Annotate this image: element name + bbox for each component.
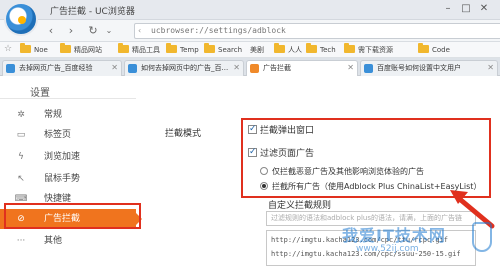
uc-logo-icon[interactable]: [4, 2, 38, 36]
watermark-text: 我爱IT技术网: [342, 226, 446, 245]
watermark-shield-icon: [472, 222, 492, 252]
watermark-url: www.52ij.com: [356, 244, 419, 254]
